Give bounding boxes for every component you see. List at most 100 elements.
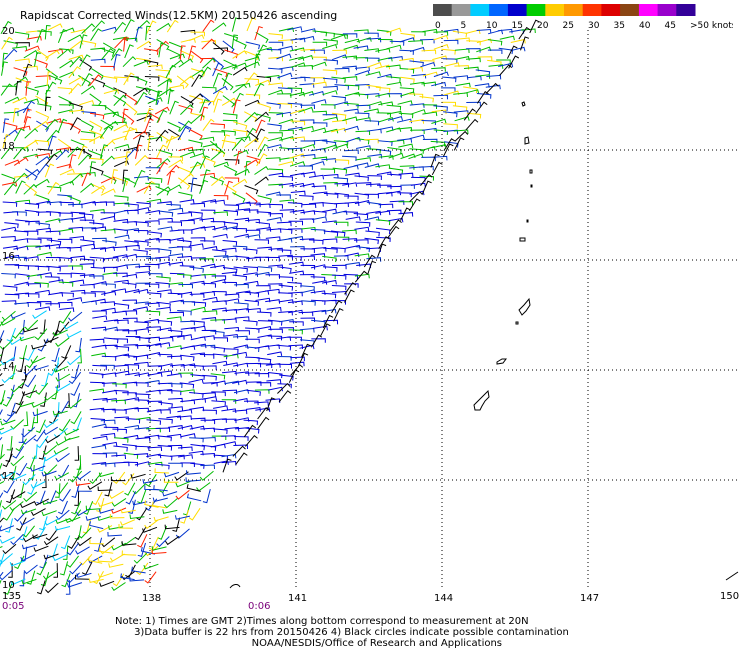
wind-barb: [185, 477, 201, 482]
wind-barb: [102, 389, 118, 395]
wind-barb: [100, 419, 116, 425]
wind-barb: [255, 31, 269, 44]
wind-barb: [411, 73, 427, 79]
island-guam: [473, 389, 490, 411]
wind-barb: [166, 203, 181, 210]
wind-barb: [155, 342, 171, 347]
wind-barb: [232, 50, 248, 59]
wind-barb: [290, 190, 306, 196]
wind-barb: [486, 74, 502, 80]
wind-barb: [210, 199, 225, 205]
wind-barb: [41, 510, 57, 517]
wind-barb: [179, 199, 195, 204]
wind-barb: [232, 227, 248, 233]
wind-barb: [266, 306, 282, 312]
wind-barb: [26, 238, 42, 244]
wind-barb: [343, 164, 359, 170]
island: [526, 219, 529, 223]
wind-barbs: [0, 17, 540, 595]
wind-barb: [34, 52, 41, 67]
wind-barb: [364, 163, 380, 168]
wind-barb: [499, 64, 513, 76]
wind-barb: [256, 311, 272, 317]
island: [521, 101, 526, 107]
wind-barb: [202, 57, 216, 69]
wind-barb: [169, 299, 185, 305]
wind-barb: [58, 281, 74, 287]
wind-barb: [289, 361, 305, 367]
wind-barb: [211, 400, 226, 406]
wind-barb: [163, 498, 178, 509]
wind-barb: [3, 480, 15, 494]
wind-barb: [1, 300, 17, 305]
wind-barb: [268, 112, 284, 118]
wind-barb: [233, 149, 249, 157]
wind-barb: [278, 254, 293, 260]
wind-barb: [355, 221, 371, 227]
legend-swatch: [601, 4, 621, 16]
note-line-2: 3)Data buffer is 22 hrs from 20150426 4)…: [115, 627, 569, 638]
wind-barb: [45, 582, 59, 594]
wind-barb: [308, 239, 324, 245]
wind-barb: [23, 411, 29, 427]
wind-barb: [463, 66, 479, 72]
legend-tick-label: 35: [614, 21, 625, 30]
wind-barb: [89, 372, 104, 379]
wind-barb: [43, 553, 59, 560]
wind-barb: [166, 316, 182, 321]
legend-swatch: [470, 4, 490, 16]
wind-barb: [35, 306, 51, 311]
wind-barb: [144, 118, 154, 133]
wind-barb: [169, 100, 179, 115]
wind-barb: [244, 299, 260, 306]
wind-barb: [94, 537, 103, 552]
wind-barb: [76, 470, 91, 481]
wind-barb: [34, 328, 48, 341]
wind-barb: [101, 355, 117, 361]
wind-barb: [0, 436, 3, 441]
wind-barb: [232, 335, 248, 341]
wind-barb: [156, 238, 171, 244]
wind-barb: [443, 39, 459, 45]
wind-barb: [59, 307, 75, 312]
wind-barb: [232, 138, 246, 150]
wind-barb: [235, 452, 248, 465]
wind-barb: [114, 303, 130, 310]
wind-barb: [320, 168, 336, 174]
wind-barb: [345, 244, 361, 250]
wind-barb: [74, 446, 80, 461]
wind-barb: [221, 247, 237, 253]
wind-barb: [410, 129, 425, 135]
wind-barb: [133, 361, 149, 367]
wind-barb: [363, 254, 376, 268]
wind-barb: [112, 573, 125, 587]
wind-barb: [165, 64, 177, 79]
wind-barb: [135, 437, 151, 442]
wind-barb: [109, 490, 124, 499]
y-tick-16: 16: [2, 251, 15, 262]
wind-barb: [137, 489, 147, 504]
wind-barb: [287, 228, 303, 233]
wind-barb: [232, 409, 248, 415]
wind-barb: [180, 354, 195, 361]
wind-barb: [66, 330, 82, 338]
wind-barb: [408, 66, 423, 72]
wind-barb: [58, 500, 68, 515]
wind-barb: [386, 76, 401, 83]
wind-barb: [89, 521, 104, 530]
wind-barb: [67, 146, 81, 158]
wind-barb: [232, 84, 247, 94]
color-legend: 0 5 10 15 20 25 30 35 40 45 >50 knots: [433, 4, 733, 30]
wind-barb: [344, 252, 360, 258]
wind-barb: [277, 72, 293, 79]
wind-barb: [234, 316, 250, 321]
wind-barb: [312, 41, 328, 47]
wind-barb: [386, 81, 402, 87]
wind-barb: [212, 233, 228, 239]
wind-barb: [153, 516, 169, 522]
wind-barb: [2, 543, 17, 555]
wind-barb: [88, 578, 104, 583]
wind-barb: [67, 122, 81, 134]
wind-barb: [59, 561, 69, 576]
wind-barb: [419, 96, 434, 103]
